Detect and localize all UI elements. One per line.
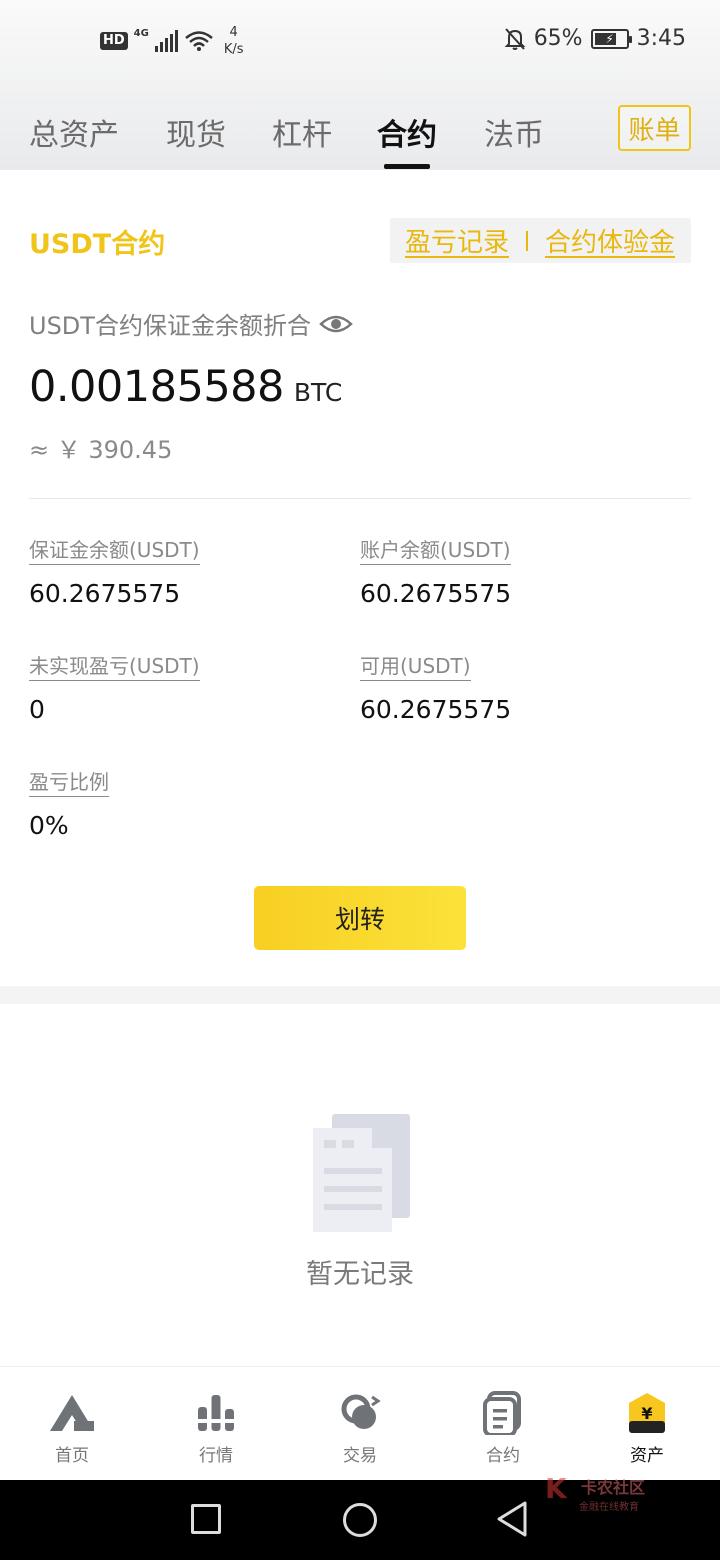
- nav-label: 资产: [630, 1446, 664, 1466]
- network-speed: 4 K/s: [224, 24, 244, 58]
- stat-margin-balance: 保证金余额(USDT) 60.2675575: [29, 534, 200, 608]
- balance-value-row: 0.00185588 BTC: [29, 362, 342, 412]
- watermark-logo: K: [545, 1472, 567, 1505]
- speed-unit: K/s: [223, 42, 244, 57]
- back-button[interactable]: [495, 1500, 529, 1538]
- stat-pnl-ratio: 盈亏比例 0%: [29, 766, 109, 840]
- stat-label[interactable]: 盈亏比例: [29, 766, 109, 797]
- balance-unit: BTC: [293, 378, 343, 407]
- trade-icon: [341, 1394, 381, 1429]
- stat-label[interactable]: 账户余额(USDT): [360, 534, 511, 565]
- svg-text:¥: ¥: [641, 1404, 652, 1423]
- nav-label: 合约: [486, 1446, 520, 1466]
- section-title: USDT合约: [29, 229, 166, 260]
- network-type: 4G: [133, 27, 149, 39]
- nav-label: 行情: [199, 1446, 233, 1466]
- section-separator: [0, 986, 720, 1004]
- tab-spot[interactable]: 现货: [166, 110, 226, 154]
- nav-home[interactable]: 首页: [32, 1391, 112, 1466]
- stat-unrealized-pnl: 未实现盈亏(USDT) 0: [29, 650, 200, 724]
- wifi-icon: [185, 31, 213, 51]
- battery-percent: 65%: [533, 26, 583, 51]
- stat-value: 0%: [29, 811, 69, 840]
- nav-label: 交易: [343, 1446, 377, 1466]
- nav-contract[interactable]: 合约: [463, 1391, 543, 1466]
- stat-value: 0: [29, 695, 45, 724]
- stat-value: 60.2675575: [29, 579, 181, 608]
- eye-icon[interactable]: [319, 312, 353, 336]
- stat-label[interactable]: 保证金余额(USDT): [29, 534, 200, 565]
- stat-account-balance: 账户余额(USDT) 60.2675575: [360, 534, 511, 608]
- tab-futures[interactable]: 合约: [377, 110, 437, 154]
- balance-label: USDT合约保证金余额折合: [29, 312, 311, 340]
- speed-value: 4: [229, 25, 238, 40]
- clock: 3:45: [636, 26, 686, 51]
- bill-button[interactable]: 账单: [618, 105, 691, 151]
- stat-available: 可用(USDT) 60.2675575: [360, 650, 511, 724]
- mute-bell-icon: [504, 27, 526, 50]
- status-right: 65% ⚡ 3:45: [504, 26, 686, 51]
- link-separator: [526, 230, 529, 251]
- balance-cny: ≈ ￥ 390.45: [29, 436, 173, 464]
- balance-label-row: USDT合约保证金余额折合: [29, 306, 353, 341]
- watermark-subtitle: 金融在线教育: [579, 1502, 639, 1513]
- section-links: 盈亏记录 合约体验金: [390, 218, 691, 263]
- divider: [29, 498, 691, 499]
- watermark: K 卡农社区 金融在线教育: [543, 1472, 663, 1513]
- tab-total-assets[interactable]: 总资产: [29, 110, 119, 154]
- market-icon: [196, 1395, 236, 1431]
- active-tab-indicator: [384, 164, 430, 169]
- status-bar: HD 4G 4 K/s 65% ⚡ 3:45: [0, 0, 720, 84]
- battery-icon: ⚡: [590, 28, 632, 49]
- nav-assets[interactable]: ¥ 资产: [607, 1391, 687, 1466]
- watermark-title: 卡农社区: [581, 1478, 646, 1497]
- empty-state-text: 暂无记录: [306, 1259, 414, 1290]
- empty-document-icon: [313, 1114, 410, 1232]
- stat-label[interactable]: 可用(USDT): [360, 650, 471, 681]
- pnl-record-link[interactable]: 盈亏记录: [405, 222, 509, 259]
- recent-apps-button[interactable]: [191, 1504, 221, 1534]
- top-tabs: 总资产 现货 杠杆 合约 法币 账单: [0, 100, 720, 170]
- signal-icon: [154, 30, 178, 52]
- tab-fiat[interactable]: 法币: [484, 110, 544, 154]
- tab-margin[interactable]: 杠杆: [272, 110, 332, 154]
- balance-value: 0.00185588: [29, 362, 284, 412]
- contract-icon: [483, 1391, 521, 1435]
- stat-value: 60.2675575: [360, 695, 512, 724]
- nav-label: 首页: [55, 1446, 89, 1466]
- trial-bonus-link[interactable]: 合约体验金: [545, 222, 675, 259]
- stat-value: 60.2675575: [360, 579, 512, 608]
- nav-market[interactable]: 行情: [176, 1391, 256, 1466]
- nav-trade[interactable]: 交易: [320, 1391, 400, 1466]
- status-left: HD 4G 4 K/s: [100, 24, 244, 58]
- assets-icon: ¥: [629, 1393, 665, 1433]
- home-icon: [50, 1395, 94, 1431]
- bottom-nav: 首页 行情 交易 合约 ¥ 资产: [0, 1366, 720, 1480]
- hd-badge: HD: [100, 32, 128, 50]
- home-button[interactable]: [343, 1503, 377, 1537]
- stat-label[interactable]: 未实现盈亏(USDT): [29, 650, 200, 681]
- transfer-button[interactable]: 划转: [254, 886, 466, 950]
